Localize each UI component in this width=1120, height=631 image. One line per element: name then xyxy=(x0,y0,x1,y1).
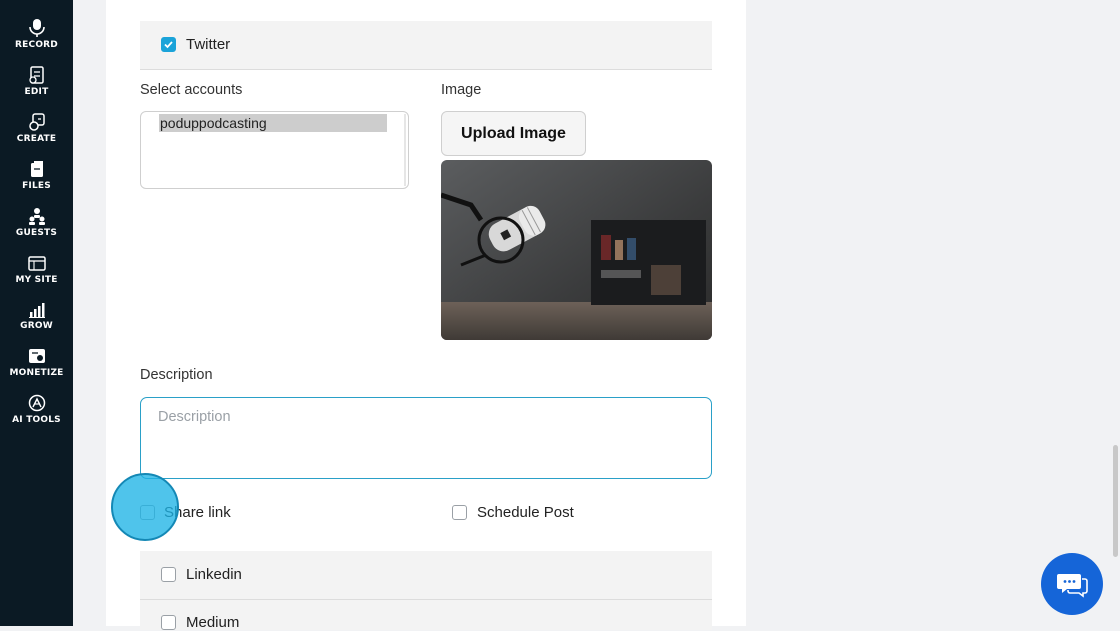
select-accounts-label: Select accounts xyxy=(140,82,243,98)
sidebar-item-grow[interactable]: GROW xyxy=(0,300,73,331)
sidebar-item-label: RECORD xyxy=(15,40,58,50)
sidebar-item-create[interactable]: CREATE xyxy=(0,113,73,144)
image-preview xyxy=(441,160,712,340)
sidebar-item-label: AI TOOLS xyxy=(12,415,61,425)
sidebar-item-record[interactable]: RECORD xyxy=(0,18,73,50)
guests-icon xyxy=(28,208,45,225)
microphone-icon xyxy=(28,19,45,37)
upload-image-button[interactable]: Upload Image xyxy=(441,111,586,156)
sidebar: RECORD EDIT CREATE FILES GUESTS MY SITE … xyxy=(0,0,73,626)
schedule-post-checkbox[interactable] xyxy=(452,505,467,520)
select-scrollbar[interactable] xyxy=(404,114,406,186)
twitter-checkbox[interactable] xyxy=(161,37,176,52)
sidebar-item-files[interactable]: FILES xyxy=(0,160,73,191)
medium-label: Medium xyxy=(186,614,240,631)
bar-chart-icon xyxy=(28,303,45,318)
sidebar-item-guests[interactable]: GUESTS xyxy=(0,207,73,238)
accounts-select[interactable]: poduppodcasting xyxy=(140,111,409,189)
platform-row-twitter[interactable]: Twitter xyxy=(140,21,712,70)
linkedin-checkbox[interactable] xyxy=(161,567,176,582)
files-icon xyxy=(30,161,43,177)
ai-tools-icon xyxy=(28,394,45,412)
sidebar-item-monetize[interactable]: MONETIZE xyxy=(0,347,73,378)
linkedin-label: Linkedin xyxy=(186,566,242,583)
sidebar-item-label: GUESTS xyxy=(15,228,58,238)
sidebar-item-edit[interactable]: EDIT xyxy=(0,66,73,97)
edit-document-icon xyxy=(28,66,44,84)
chat-button[interactable] xyxy=(1041,553,1103,615)
click-indicator xyxy=(111,473,179,541)
microphone-photo xyxy=(441,160,712,340)
description-label: Description xyxy=(140,367,213,383)
medium-checkbox[interactable] xyxy=(161,615,176,630)
page-scrollbar[interactable] xyxy=(1113,445,1118,557)
sidebar-item-label: MY SITE xyxy=(15,275,58,285)
image-label: Image xyxy=(441,82,482,98)
schedule-post-label[interactable]: Schedule Post xyxy=(477,504,574,521)
sidebar-item-label: CREATE xyxy=(16,134,57,144)
sidebar-item-label: FILES xyxy=(22,181,51,191)
check-icon xyxy=(164,41,173,49)
create-icon xyxy=(28,113,45,131)
sidebar-item-my-site[interactable]: MY SITE xyxy=(0,254,73,285)
description-textarea[interactable]: Description xyxy=(140,397,712,479)
chat-icon xyxy=(1057,574,1088,598)
sidebar-item-label: EDIT xyxy=(24,87,49,97)
description-placeholder: Description xyxy=(158,409,231,425)
twitter-label: Twitter xyxy=(186,36,231,53)
sidebar-item-label: MONETIZE xyxy=(9,368,64,378)
monetize-icon xyxy=(28,349,45,363)
sidebar-item-label: GROW xyxy=(20,321,53,331)
website-icon xyxy=(27,256,46,271)
platform-row-linkedin[interactable]: Linkedin xyxy=(140,551,712,600)
sidebar-item-ai-tools[interactable]: AI TOOLS xyxy=(0,394,73,425)
account-option[interactable]: poduppodcasting xyxy=(159,114,387,132)
